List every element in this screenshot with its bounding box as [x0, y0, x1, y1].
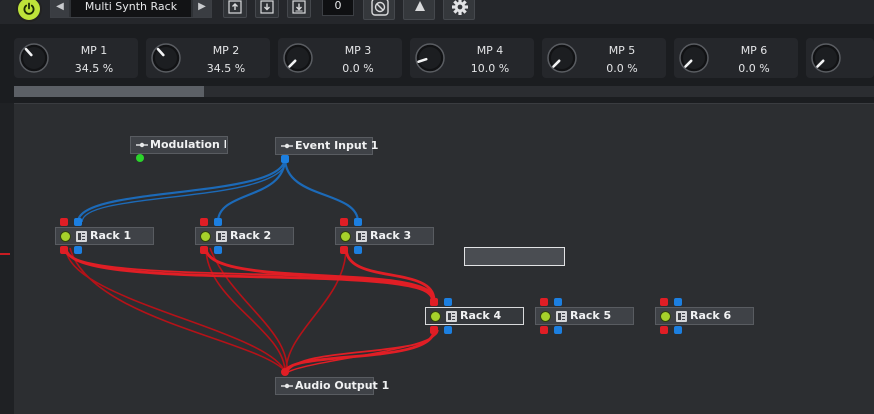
rack-icon [676, 311, 687, 322]
rack6-event-out-pin[interactable] [674, 326, 682, 334]
event-input-node[interactable]: Event Input 1 [275, 137, 378, 155]
rack2-enable-led[interactable] [200, 231, 211, 242]
rack2-node[interactable]: Rack 2 [195, 227, 294, 245]
rack6-node[interactable]: Rack 6 [655, 307, 754, 325]
io-port-icon [281, 383, 293, 389]
rack4-enable-led[interactable] [430, 311, 441, 322]
rack-icon [556, 311, 567, 322]
rack5-enable-led[interactable] [540, 311, 551, 322]
rack3-node[interactable]: Rack 3 [335, 227, 434, 245]
rack5-audio-out-pin[interactable] [540, 326, 548, 334]
rack1-label: Rack 1 [90, 229, 132, 242]
rack1-audio-out-pin[interactable] [60, 246, 68, 254]
rack2-event-out-pin[interactable] [214, 246, 222, 254]
rack-icon [356, 231, 367, 242]
modulation-input-node[interactable]: Modulation Inpu [130, 136, 228, 154]
rack1-audio-in-pin[interactable] [60, 218, 68, 226]
rack2-audio-out-pin[interactable] [200, 246, 208, 254]
event-input-label: Event Input 1 [295, 139, 379, 152]
rack1-event-in-pin[interactable] [74, 218, 82, 226]
io-port-icon [136, 142, 148, 148]
rack-icon [76, 231, 87, 242]
rack6-event-in-pin[interactable] [674, 298, 682, 306]
rack1-node[interactable]: Rack 1 [55, 227, 154, 245]
rack5-event-in-pin[interactable] [554, 298, 562, 306]
audio-wires-primary [63, 247, 439, 373]
modulation-input-label: Modulation Inpu [150, 138, 226, 151]
connection-wires [63, 157, 439, 373]
rack2-label: Rack 2 [230, 229, 272, 242]
rack3-event-out-pin[interactable] [354, 246, 362, 254]
audio-output-label: Audio Output 1 [295, 379, 390, 392]
rack6-audio-in-pin[interactable] [660, 298, 668, 306]
rack6-enable-led[interactable] [660, 311, 671, 322]
rack-icon [216, 231, 227, 242]
rack3-enable-led[interactable] [340, 231, 351, 242]
rack3-event-in-pin[interactable] [354, 218, 362, 226]
rack-icon [446, 311, 457, 322]
modulation-output-pin[interactable] [136, 154, 144, 162]
audio-output-in-pin[interactable] [281, 368, 289, 376]
rack4-label: Rack 4 [460, 309, 502, 322]
rack6-label: Rack 6 [690, 309, 732, 322]
rack6-audio-out-pin[interactable] [660, 326, 668, 334]
rack3-audio-in-pin[interactable] [340, 218, 348, 226]
rack5-node[interactable]: Rack 5 [535, 307, 634, 325]
rack3-label: Rack 3 [370, 229, 412, 242]
multi-synth-rack-window: ◀ Multi Synth Rack ▶ 0 MP 1 34.5 % MP 2 … [0, 0, 874, 414]
rack4-audio-in-pin[interactable] [430, 298, 438, 306]
io-port-icon [281, 143, 293, 149]
rack4-audio-out-pin[interactable] [430, 326, 438, 334]
event-wires [76, 157, 360, 223]
drag-placeholder [464, 247, 565, 266]
rack5-audio-in-pin[interactable] [540, 298, 548, 306]
rack4-event-out-pin[interactable] [444, 326, 452, 334]
event-output-pin[interactable] [281, 155, 289, 163]
rack4-event-in-pin[interactable] [444, 298, 452, 306]
rack1-enable-led[interactable] [60, 231, 71, 242]
audio-output-node[interactable]: Audio Output 1 [275, 377, 389, 395]
rack5-label: Rack 5 [570, 309, 612, 322]
rack5-event-out-pin[interactable] [554, 326, 562, 334]
rack2-event-in-pin[interactable] [214, 218, 222, 226]
rack2-audio-in-pin[interactable] [200, 218, 208, 226]
rack1-event-out-pin[interactable] [74, 246, 82, 254]
rack4-node[interactable]: Rack 4 [425, 307, 524, 325]
rack3-audio-out-pin[interactable] [340, 246, 348, 254]
